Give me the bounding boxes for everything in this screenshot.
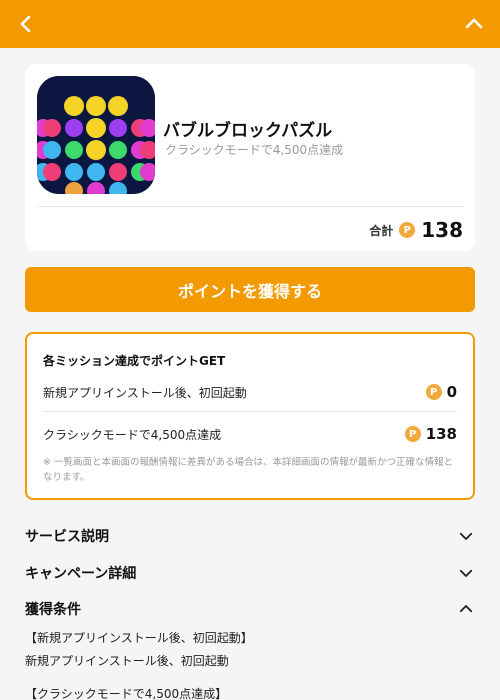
mission-item: クラシックモードで4,500点達成 P 138 (43, 422, 457, 446)
missions-title: 各ミッション達成でポイントGET (43, 354, 226, 368)
section-conditions[interactable]: 獲得条件 (25, 597, 475, 621)
point-coin-icon: P (425, 384, 442, 400)
mission-reward: P 0 (425, 383, 457, 401)
divider (43, 411, 457, 412)
total-points: 合計 P 138 (369, 216, 463, 244)
condition-heading: 【新規アプリインストール後、初回起動】 (25, 631, 253, 645)
app-title: バブルブロックパズル (163, 121, 333, 141)
chevron-left-icon[interactable] (14, 12, 38, 36)
app-icon (37, 76, 155, 194)
condition-heading: 【クラシックモードで4,500点達成】 (25, 687, 228, 700)
missions-box: 各ミッション達成でポイントGET 新規アプリインストール後、初回起動 P 0 ク… (25, 332, 475, 500)
mission-reward: P 138 (404, 425, 457, 443)
total-label: 合計 (369, 223, 394, 238)
mission-points: 0 (446, 383, 457, 401)
condition-text: 新規アプリインストール後、初回起動 (25, 654, 229, 668)
mission-label: クラシックモードで4,500点達成 (43, 427, 222, 442)
chevron-down-icon (459, 532, 473, 540)
get-points-button[interactable]: ポイントを獲得する (25, 267, 475, 312)
point-coin-icon: P (404, 426, 421, 442)
app-subtitle: クラシックモードで4,500点達成 (165, 143, 344, 157)
divider (37, 206, 463, 207)
section-title: サービス説明 (25, 529, 109, 545)
top-bar (0, 0, 500, 48)
section-title: 獲得条件 (25, 602, 81, 618)
point-coin-icon: P (399, 222, 416, 238)
section-title: キャンペーン詳細 (25, 566, 137, 582)
chevron-down-icon (459, 569, 473, 577)
section-campaign[interactable]: キャンペーン詳細 (25, 561, 475, 585)
section-service[interactable]: サービス説明 (25, 524, 475, 548)
total-value: 138 (421, 218, 463, 242)
mission-points: 138 (425, 425, 457, 443)
app-card: バブルブロックパズル クラシックモードで4,500点達成 合計 P 138 (25, 64, 475, 251)
mission-label: 新規アプリインストール後、初回起動 (43, 385, 247, 400)
chevron-up-icon (459, 605, 473, 613)
mission-item: 新規アプリインストール後、初回起動 P 0 (43, 380, 457, 404)
bubble-block-icon (37, 76, 155, 194)
missions-note: ※ 一覧画面と本画面の報酬情報に差異がある場合は、本詳細画面の情報が最新かつ正確… (43, 457, 453, 483)
chevron-up-icon[interactable] (462, 12, 486, 36)
